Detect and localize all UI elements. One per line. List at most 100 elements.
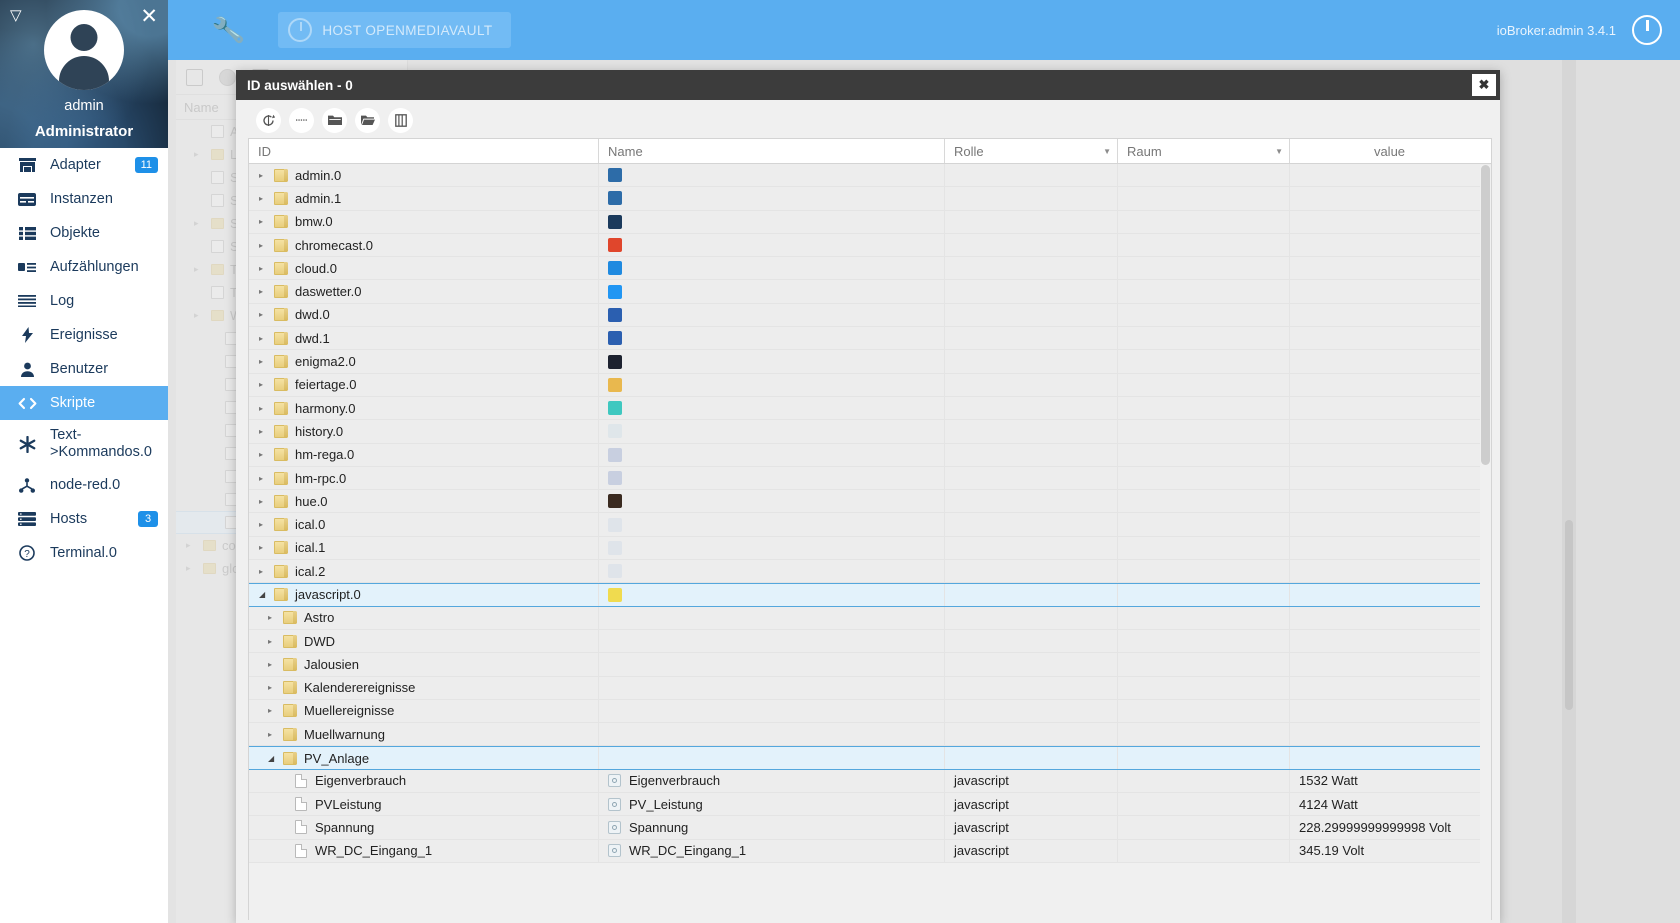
table-row[interactable]: ▸ daswetter.0 (249, 280, 1491, 304)
sidebar-item-instanzen[interactable]: Instanzen (0, 182, 168, 216)
expand-toggle-icon[interactable]: ▸ (259, 543, 270, 552)
table-row[interactable]: ▸ cloud.0 (249, 257, 1491, 281)
table-row[interactable]: ▸ ical.2 (249, 560, 1491, 584)
sidebar-item-hosts[interactable]: Hosts 3 (0, 502, 168, 536)
sidebar-item-terminal-0[interactable]: ? Terminal.0 (0, 536, 168, 570)
expand-toggle-icon[interactable]: ▸ (259, 450, 270, 459)
wrench-icon[interactable]: 🔧 (211, 13, 246, 46)
state-icon (608, 820, 621, 834)
table-row[interactable]: ▸ enigma2.0 (249, 350, 1491, 374)
close-icon[interactable]: ✕ (140, 4, 158, 29)
expand-toggle-icon[interactable]: ▸ (268, 637, 279, 646)
close-icon[interactable]: ✖ (1472, 74, 1496, 96)
table-row[interactable]: ◢ PV_Anlage (249, 746, 1491, 770)
refresh-icon[interactable] (256, 107, 281, 133)
expand-folder-icon[interactable] (355, 107, 380, 133)
table-row[interactable]: ▸ dwd.0 (249, 303, 1491, 328)
sidebar-item-skripte[interactable]: Skripte (0, 386, 168, 420)
folder-icon (274, 541, 288, 555)
table-row[interactable]: Eigenverbrauch Eigenverbrauch javascript 15… (249, 769, 1491, 794)
table-row[interactable]: ▸ Muellereignisse (249, 699, 1491, 724)
expand-toggle-icon[interactable]: ▸ (259, 287, 270, 296)
table-row[interactable]: ▸ ical.0 (249, 513, 1491, 537)
table-row[interactable]: ▸ admin.0 (249, 164, 1491, 188)
column-filter-icon[interactable]: ▼ (1275, 147, 1283, 156)
expand-all-icon[interactable] (289, 107, 314, 133)
table-row[interactable]: ▸ feiertage.0 (249, 373, 1491, 397)
table-row[interactable]: Spannung Spannung javascript 228.2999999999… (249, 816, 1491, 840)
expand-toggle-icon[interactable]: ▸ (259, 380, 270, 389)
column-header-value[interactable]: value (1290, 139, 1489, 163)
expand-toggle-icon[interactable]: ▸ (259, 264, 270, 273)
expand-toggle-icon[interactable]: ▸ (259, 427, 270, 436)
table-row[interactable]: ▸ Muellwarnung (249, 723, 1491, 747)
expand-toggle-icon[interactable]: ▸ (259, 404, 270, 413)
expand-toggle-icon[interactable]: ▸ (268, 660, 279, 669)
expand-toggle-icon[interactable]: ▸ (259, 357, 270, 366)
sidebar-item-adapter[interactable]: Adapter 11 (0, 148, 168, 182)
expand-toggle-icon[interactable]: ▸ (259, 497, 270, 506)
cell-id: ▸ Kalenderereignisse (249, 676, 599, 699)
table-row[interactable]: ▸ harmony.0 (249, 396, 1491, 421)
column-filter-icon[interactable]: ▼ (1103, 147, 1111, 156)
columns-icon[interactable] (388, 107, 413, 133)
expand-toggle-icon[interactable]: ▸ (259, 474, 270, 483)
table-scrollbar[interactable] (1480, 165, 1491, 919)
table-row[interactable]: ◢ javascript.0 (249, 583, 1491, 607)
column-header-raum[interactable]: Raum ▼ (1118, 139, 1290, 163)
expand-toggle-icon[interactable]: ▸ (259, 171, 270, 180)
column-header-name[interactable]: Name (599, 139, 945, 163)
expand-toggle-icon[interactable]: ▸ (259, 567, 270, 576)
expand-toggle-icon[interactable]: ▸ (259, 217, 270, 226)
table-row[interactable]: ▸ history.0 (249, 420, 1491, 444)
sidebar-item-objekte[interactable]: Objekte (0, 216, 168, 250)
table-row[interactable]: ▸ bmw.0 (249, 210, 1491, 234)
background-node-icon (203, 540, 216, 551)
table-row[interactable]: ▸ dwd.1 (249, 327, 1491, 351)
dialog-title: ID auswählen - 0 (247, 77, 353, 93)
expand-toggle-icon[interactable]: ▸ (268, 683, 279, 692)
expand-toggle-icon[interactable]: ▸ (268, 706, 279, 715)
expand-toggle-icon[interactable]: ▸ (259, 241, 270, 250)
table-row[interactable]: ▸ hm-rpc.0 (249, 466, 1491, 491)
column-header-id[interactable]: ID (249, 139, 599, 163)
sidebar-item-text-kommandos-0[interactable]: Text->Kommandos.0 (0, 420, 168, 468)
table-row[interactable]: ▸ Astro (249, 606, 1491, 630)
table-row[interactable]: WR_DC_Eingang_1 WR_DC_Eingang_1 javascript… (249, 839, 1491, 863)
expand-toggle-icon[interactable]: ▸ (268, 730, 279, 739)
expand-toggle-icon[interactable]: ▸ (259, 520, 270, 529)
expand-toggle-icon[interactable]: ▸ (259, 310, 270, 319)
table-row[interactable]: ▸ Kalenderereignisse (249, 676, 1491, 700)
sidebar-item-aufz-hlungen[interactable]: Aufzählungen (0, 250, 168, 284)
expand-toggle-icon[interactable]: ▸ (268, 613, 279, 622)
table-scroll-thumb[interactable] (1481, 165, 1490, 465)
table-row[interactable]: ▸ hue.0 (249, 490, 1491, 514)
collapse-folder-icon[interactable] (322, 107, 347, 133)
table-row[interactable]: ▸ Jalousien (249, 653, 1491, 677)
chromecast-icon (608, 238, 622, 253)
collapse-caret-icon[interactable]: ▽ (10, 6, 22, 24)
table-row[interactable]: ▸ admin.1 (249, 187, 1491, 211)
power-ring-icon (288, 18, 313, 42)
table-row[interactable]: ▸ ical.1 (249, 536, 1491, 561)
expand-toggle-icon[interactable]: ▸ (259, 194, 270, 203)
table-row[interactable]: ▸ chromecast.0 (249, 233, 1491, 258)
sidebar-item-log[interactable]: Log (0, 284, 168, 318)
table-row[interactable]: ▸ DWD (249, 629, 1491, 654)
table-row[interactable]: ▸ hm-rega.0 (249, 443, 1491, 467)
folder-icon (274, 285, 288, 299)
column-header-rolle[interactable]: Rolle ▼ (945, 139, 1118, 163)
power-icon[interactable] (1632, 15, 1662, 45)
background-scrollbar[interactable] (1562, 60, 1576, 923)
row-id-label: PVLeistung (315, 796, 382, 812)
host-button[interactable]: HOST OPENMEDIAVAULT (278, 12, 511, 48)
sidebar-item-node-red-0[interactable]: node-red.0 (0, 468, 168, 502)
expand-toggle-icon[interactable]: ◢ (259, 590, 270, 599)
expand-toggle-icon[interactable]: ▸ (259, 334, 270, 343)
background-scroll-thumb[interactable] (1565, 520, 1573, 710)
cell-rolle (945, 303, 1118, 327)
sidebar-item-benutzer[interactable]: Benutzer (0, 352, 168, 386)
expand-toggle-icon[interactable]: ◢ (268, 754, 279, 763)
sidebar-item-ereignisse[interactable]: Ereignisse (0, 318, 168, 352)
table-row[interactable]: PVLeistung PV_Leistung javascript 4124 Watt (249, 793, 1491, 817)
